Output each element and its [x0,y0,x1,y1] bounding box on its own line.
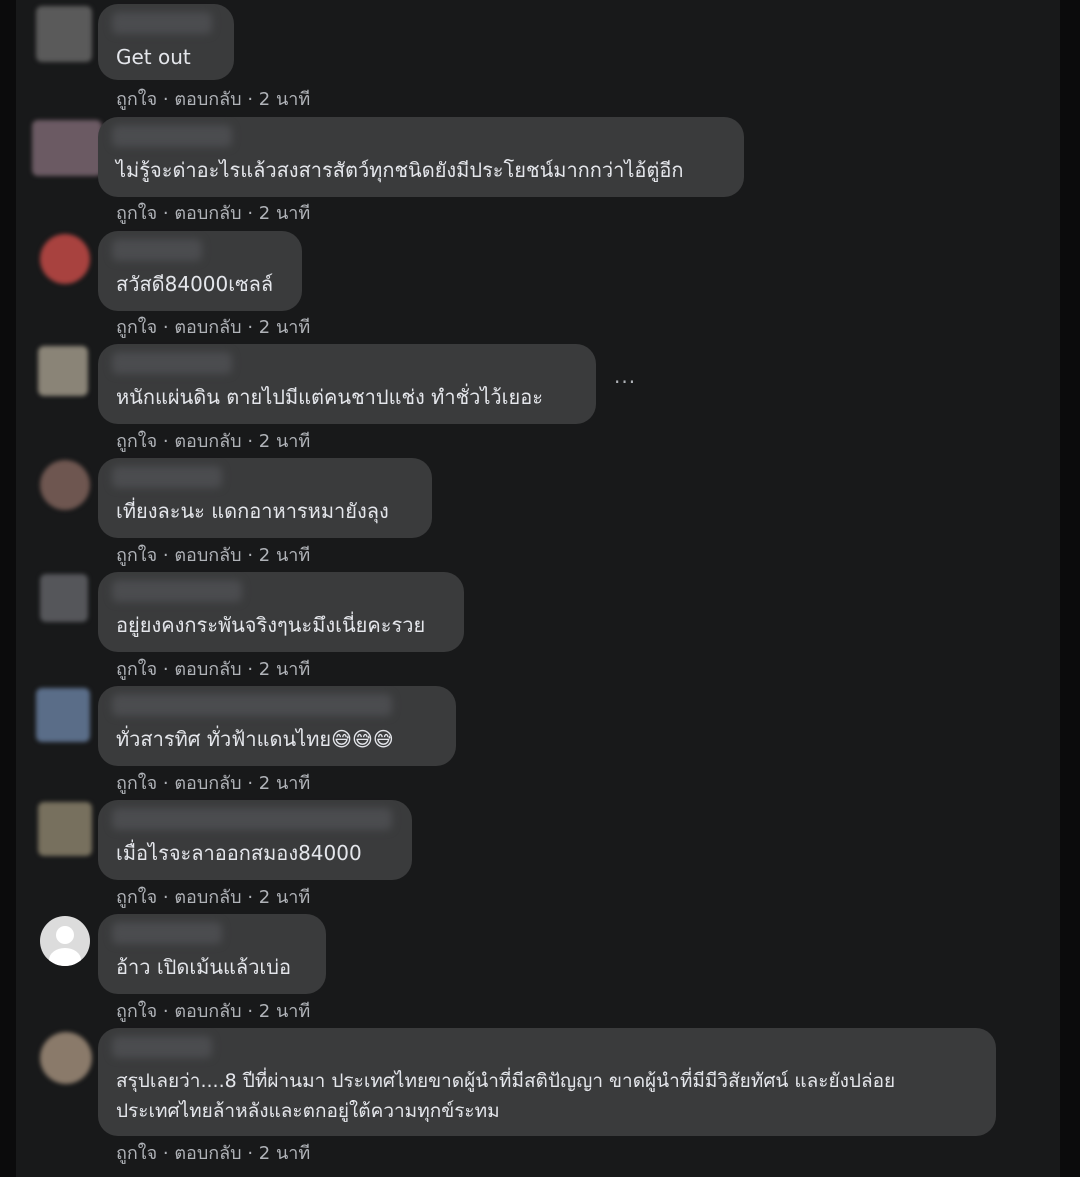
like-link[interactable]: ถูกใจ [116,773,157,794]
default-avatar-icon[interactable] [40,916,90,966]
reply-link[interactable]: ตอบกลับ [174,887,241,908]
comment-text: Get out [116,45,191,69]
reply-link[interactable]: ตอบกลับ [174,317,241,338]
comment-text: เมื่อไรจะลาออกสมอง84000 [116,841,362,865]
comment-bubble: สรุปเลยว่า....8 ปีที่ผ่านมา ประเทศไทยขาด… [98,1028,996,1136]
avatar[interactable] [38,802,92,856]
comment-text: อยู่ยงคงกระพันจริงๆนะมึงเนี่ยคะรวย [116,613,426,637]
comment-actions: ถูกใจ · ตอบกลับ · 2 นาที [116,773,311,794]
comment-actions: ถูกใจ · ตอบกลับ · 2 นาที [116,317,311,338]
reply-link[interactable]: ตอบกลับ [174,773,241,794]
reply-link[interactable]: ตอบกลับ [174,431,241,452]
reply-link[interactable]: ตอบกลับ [174,545,241,566]
author-name[interactable] [112,922,222,944]
author-name[interactable] [112,12,212,34]
more-options-icon[interactable]: ··· [614,370,636,394]
like-link[interactable]: ถูกใจ [116,89,157,110]
timestamp[interactable]: 2 นาที [259,887,310,908]
comment-actions: ถูกใจ · ตอบกลับ · 2 นาที [116,1143,311,1164]
like-link[interactable]: ถูกใจ [116,317,157,338]
timestamp[interactable]: 2 นาที [259,89,310,110]
author-name[interactable] [112,694,392,716]
timestamp[interactable]: 2 นาที [259,659,310,680]
emoji: 😅😅😅 [331,727,394,751]
like-link[interactable]: ถูกใจ [116,1001,157,1022]
like-link[interactable]: ถูกใจ [116,1143,157,1164]
comment-text: ไม่รู้จะด่าอะไรแล้วสงสารสัตว์ทุกชนิดยังม… [116,158,684,182]
author-name[interactable] [112,808,392,830]
comment-bubble: ทั่วสารทิศ ทั่วฟ้าแดนไทย😅😅😅 [98,686,456,766]
author-name[interactable] [112,352,232,374]
author-name[interactable] [112,125,232,147]
reply-link[interactable]: ตอบกลับ [174,1001,241,1022]
comment-text: สวัสดี84000เซลล์ [116,272,274,296]
comment-text: หนักแผ่นดิน ตายไปมีแต่คนชาปแช่ง ทำชั่วไว… [116,385,543,409]
comment-text: ทั่วสารทิศ ทั่วฟ้าแดนไทย😅😅😅 [116,727,394,751]
reply-link[interactable]: ตอบกลับ [174,1143,241,1164]
avatar[interactable] [40,574,88,622]
avatar[interactable] [36,688,90,742]
author-name[interactable] [112,239,202,261]
comment-actions: ถูกใจ · ตอบกลับ · 2 นาที [116,887,311,908]
timestamp[interactable]: 2 นาที [259,431,310,452]
comment-bubble: เมื่อไรจะลาออกสมอง84000 [98,800,412,880]
comment-bubble: Get out [98,4,234,80]
comment-bubble: หนักแผ่นดิน ตายไปมีแต่คนชาปแช่ง ทำชั่วไว… [98,344,596,424]
comment-bubble: สวัสดี84000เซลล์ [98,231,302,311]
comment-actions: ถูกใจ · ตอบกลับ · 2 นาที [116,545,311,566]
avatar[interactable] [40,234,90,284]
like-link[interactable]: ถูกใจ [116,887,157,908]
comment-actions: ถูกใจ · ตอบกลับ · 2 นาที [116,1001,311,1022]
reply-link[interactable]: ตอบกลับ [174,89,241,110]
timestamp[interactable]: 2 นาที [259,773,310,794]
like-link[interactable]: ถูกใจ [116,659,157,680]
timestamp[interactable]: 2 นาที [259,1143,310,1164]
timestamp[interactable]: 2 นาที [259,203,310,224]
comment-text: เที่ยงละนะ แดกอาหารหมายังลุง [116,499,389,523]
comment-text: สรุปเลยว่า....8 ปีที่ผ่านมา ประเทศไทยขาด… [116,1070,896,1122]
comment-bubble: ไม่รู้จะด่าอะไรแล้วสงสารสัตว์ทุกชนิดยังม… [98,117,744,197]
avatar[interactable] [38,346,88,396]
timestamp[interactable]: 2 นาที [259,1001,310,1022]
comment-actions: ถูกใจ · ตอบกลับ · 2 นาที [116,659,311,680]
comment-actions: ถูกใจ · ตอบกลับ · 2 นาที [116,89,311,110]
avatar[interactable] [40,460,90,510]
comment-text: อ้าว เปิดเม้นแล้วเบ่อ [116,955,291,979]
like-link[interactable]: ถูกใจ [116,431,157,452]
comments-panel: Get out ถูกใจ · ตอบกลับ · 2 นาที ไม่รู้จ… [16,0,1060,1177]
like-link[interactable]: ถูกใจ [116,545,157,566]
author-name[interactable] [112,1036,212,1058]
comment-bubble: อ้าว เปิดเม้นแล้วเบ่อ [98,914,326,994]
avatar[interactable] [32,120,102,176]
timestamp[interactable]: 2 นาที [259,545,310,566]
author-name[interactable] [112,466,222,488]
author-name[interactable] [112,580,242,602]
like-link[interactable]: ถูกใจ [116,203,157,224]
reply-link[interactable]: ตอบกลับ [174,659,241,680]
comment-bubble: อยู่ยงคงกระพันจริงๆนะมึงเนี่ยคะรวย [98,572,464,652]
timestamp[interactable]: 2 นาที [259,317,310,338]
comment-bubble: เที่ยงละนะ แดกอาหารหมายังลุง [98,458,432,538]
comment-actions: ถูกใจ · ตอบกลับ · 2 นาที [116,431,311,452]
comment-actions: ถูกใจ · ตอบกลับ · 2 นาที [116,203,311,224]
avatar[interactable] [40,1032,92,1084]
avatar[interactable] [36,6,92,62]
reply-link[interactable]: ตอบกลับ [174,203,241,224]
